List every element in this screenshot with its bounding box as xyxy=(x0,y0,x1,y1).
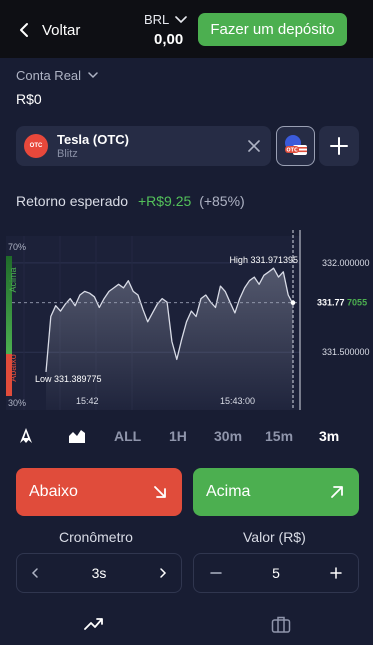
account-balance: R$0 xyxy=(16,91,42,107)
current-price-dot xyxy=(290,300,296,305)
plus-icon xyxy=(330,567,342,579)
current-price-label: 331.77 7055 xyxy=(317,298,367,308)
timeframe-3m[interactable]: 3m xyxy=(319,428,339,444)
current-price-main: 331.77 xyxy=(317,298,345,308)
deposit-button[interactable]: Fazer um depósito xyxy=(198,13,347,46)
timeframe-all[interactable]: ALL xyxy=(114,428,141,444)
time-label: 15:43:00 xyxy=(220,396,255,406)
account-name: Conta Real xyxy=(16,68,82,83)
timeframe-bar: ALL 1H 30m 15m 3m xyxy=(0,423,373,451)
arrow-up-right-icon xyxy=(331,486,343,498)
up-button[interactable]: Acima xyxy=(193,468,359,516)
chevron-down-icon xyxy=(88,72,98,79)
otc-flag-icon: OTC xyxy=(285,135,307,155)
chevron-right-icon xyxy=(160,568,167,578)
asset-provider: Blitz xyxy=(57,148,78,160)
svg-text:OTC: OTC xyxy=(286,148,298,154)
area-chart-icon[interactable] xyxy=(68,427,86,445)
asset-logo: OTC xyxy=(24,134,48,158)
current-price-tail: 7055 xyxy=(347,298,367,308)
expected-return: Retorno esperado +R$9.25 (+85%) xyxy=(16,193,245,209)
chevron-down-icon xyxy=(175,15,188,23)
down-button[interactable]: Abaixo xyxy=(16,468,182,516)
top-bar: Voltar BRL 0,00 Fazer um depósito xyxy=(0,0,373,58)
chevron-left-icon xyxy=(20,23,28,37)
time-label: 15:42 xyxy=(76,396,99,406)
sentiment-top-label: 70% xyxy=(8,242,26,252)
amount-stepper: 5 xyxy=(193,553,359,593)
high-label: High 331.971395 xyxy=(229,255,298,265)
back-label: Voltar xyxy=(42,21,81,39)
header-balance: 0,00 xyxy=(154,31,184,48)
expected-return-amount: +R$9.25 xyxy=(137,193,192,209)
price-level-label: 332.000000 xyxy=(322,258,370,268)
price-chart-svg: 70% 30% Acima Abaixo High 331.971395 Low… xyxy=(6,230,370,410)
plus-icon xyxy=(330,137,348,155)
add-asset-button[interactable] xyxy=(319,126,359,166)
timer-increase-button[interactable] xyxy=(145,554,181,592)
otc-asset-button[interactable]: OTC xyxy=(276,126,315,166)
low-label: Low 331.389775 xyxy=(35,374,102,384)
timeframe-30m[interactable]: 30m xyxy=(214,428,242,444)
currency-selector[interactable]: BRL xyxy=(144,12,188,27)
sentiment-up-label: Acima xyxy=(8,267,18,292)
expected-return-label: Retorno esperado xyxy=(16,193,129,209)
timeframe-1h[interactable]: 1H xyxy=(169,428,187,444)
sentiment-bottom-label: 30% xyxy=(8,398,26,408)
amount-increase-button[interactable] xyxy=(318,554,354,592)
currency-code: BRL xyxy=(144,12,170,27)
sentiment-down-label: Abaixo xyxy=(8,354,18,382)
arrow-down-right-icon xyxy=(154,486,166,498)
price-level-label: 331.500000 xyxy=(322,347,370,357)
trend-icon[interactable] xyxy=(84,614,104,634)
timer-stepper: 3s xyxy=(16,553,182,593)
back-button[interactable]: Voltar xyxy=(18,16,80,44)
down-button-label: Abaixo xyxy=(29,483,78,500)
drawing-tool-icon[interactable] xyxy=(17,427,35,445)
timeframe-15m[interactable]: 15m xyxy=(265,428,293,444)
asset-name: Tesla (OTC) xyxy=(57,132,129,147)
amount-label: Valor (R$) xyxy=(243,529,306,545)
asset-selector[interactable]: OTC Tesla (OTC) Blitz xyxy=(16,126,271,166)
up-button-label: Acima xyxy=(206,483,251,500)
asset-logo-text: OTC xyxy=(29,143,43,149)
timer-label: Cronômetro xyxy=(59,529,133,545)
expected-return-percent: (+85%) xyxy=(199,193,245,209)
account-selector[interactable]: Conta Real xyxy=(16,68,98,83)
close-icon[interactable] xyxy=(247,139,261,153)
briefcase-icon[interactable] xyxy=(271,614,291,634)
price-chart[interactable]: 70% 30% Acima Abaixo High 331.971395 Low… xyxy=(0,228,373,412)
